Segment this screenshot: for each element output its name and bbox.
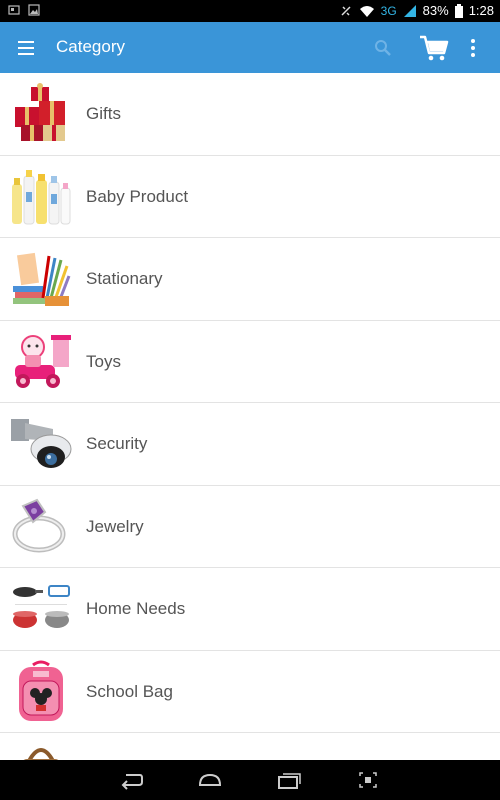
category-label: School Bag — [86, 681, 173, 701]
data-sync-icon — [341, 5, 351, 16]
category-item-home-needs[interactable]: Home Needs — [0, 568, 500, 651]
category-item-stationary[interactable]: Stationary — [0, 238, 500, 321]
category-label: Gifts — [86, 104, 121, 123]
hamburger-menu-icon[interactable] — [18, 37, 40, 57]
shopping-cart-icon[interactable] — [418, 33, 450, 63]
network-type: 3G — [380, 3, 397, 18]
category-label: Toys — [86, 351, 121, 371]
clock: 1:28 — [468, 3, 494, 18]
status-bar: 3G 83% 1:28 — [0, 0, 500, 22]
category-label: Baby Product — [86, 186, 189, 206]
category-label: Jewelry — [86, 516, 144, 536]
back-icon[interactable] — [118, 769, 144, 791]
category-item-toys[interactable]: Toys — [0, 320, 500, 403]
recent-apps-icon[interactable] — [276, 769, 302, 791]
category-item-jewelry[interactable]: Jewelry — [0, 485, 500, 568]
stationary-thumbnail — [13, 252, 71, 306]
home-icon[interactable] — [197, 769, 223, 791]
overflow-menu-icon[interactable] — [466, 36, 480, 60]
toys-thumbnail — [15, 334, 71, 388]
category-item-security[interactable]: Security — [0, 403, 500, 486]
page-title: Category — [56, 37, 125, 56]
handbag-thumbnail — [23, 748, 59, 760]
category-item-handbag[interactable] — [0, 733, 500, 760]
category-item-baby-product[interactable]: Baby Product — [0, 155, 500, 238]
category-list: Gifts Baby Product Stationary Toys Secur… — [0, 73, 500, 760]
category-item-school-bag[interactable]: School Bag — [0, 650, 500, 733]
notification-icon — [8, 5, 20, 15]
gifts-thumbnail — [15, 83, 65, 141]
screenshot-icon[interactable] — [355, 769, 381, 791]
ring-thumbnail — [12, 498, 66, 552]
baby-product-thumbnail — [12, 169, 71, 224]
battery-percent: 83% — [422, 3, 449, 18]
app-bar: Category — [0, 22, 500, 73]
category-label: Security — [86, 434, 148, 453]
signal-icon — [403, 4, 416, 17]
category-item-gifts[interactable]: Gifts — [0, 73, 500, 156]
security-camera-thumbnail — [11, 419, 72, 468]
category-label: Stationary — [86, 269, 163, 288]
school-bag-thumbnail — [19, 660, 63, 721]
category-label: Home Needs — [86, 599, 186, 618]
image-icon — [28, 4, 40, 16]
battery-icon — [454, 3, 463, 18]
cookware-thumbnail — [13, 585, 70, 628]
wifi-icon — [359, 5, 374, 17]
system-nav-bar — [0, 760, 500, 800]
search-icon[interactable] — [372, 37, 394, 59]
